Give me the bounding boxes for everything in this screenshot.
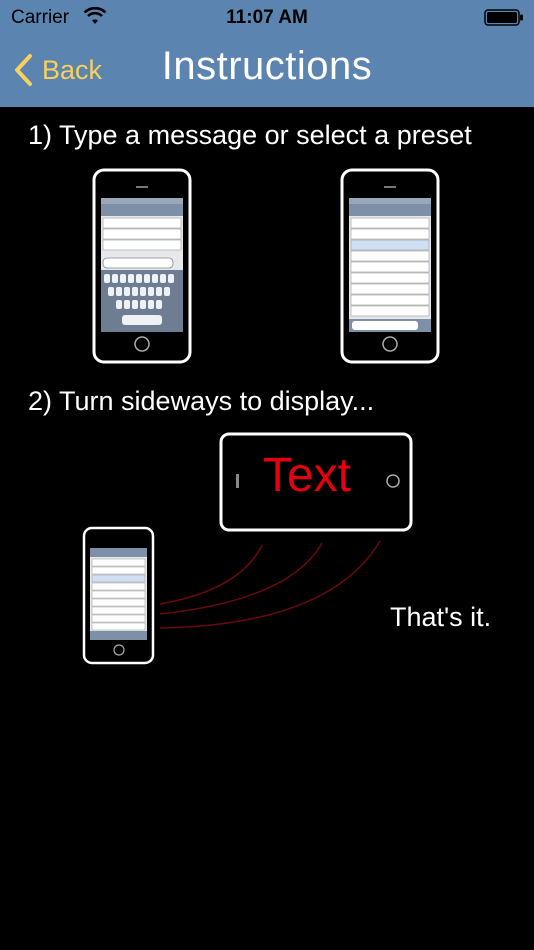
small-phone-illustration [82,526,155,665]
phone-preset-list-illustration [340,168,440,364]
motion-lines [159,540,381,629]
phone-keyboard-illustration [92,168,192,364]
closing-text: That's it. [390,602,492,632]
display-text: Text [262,449,352,502]
